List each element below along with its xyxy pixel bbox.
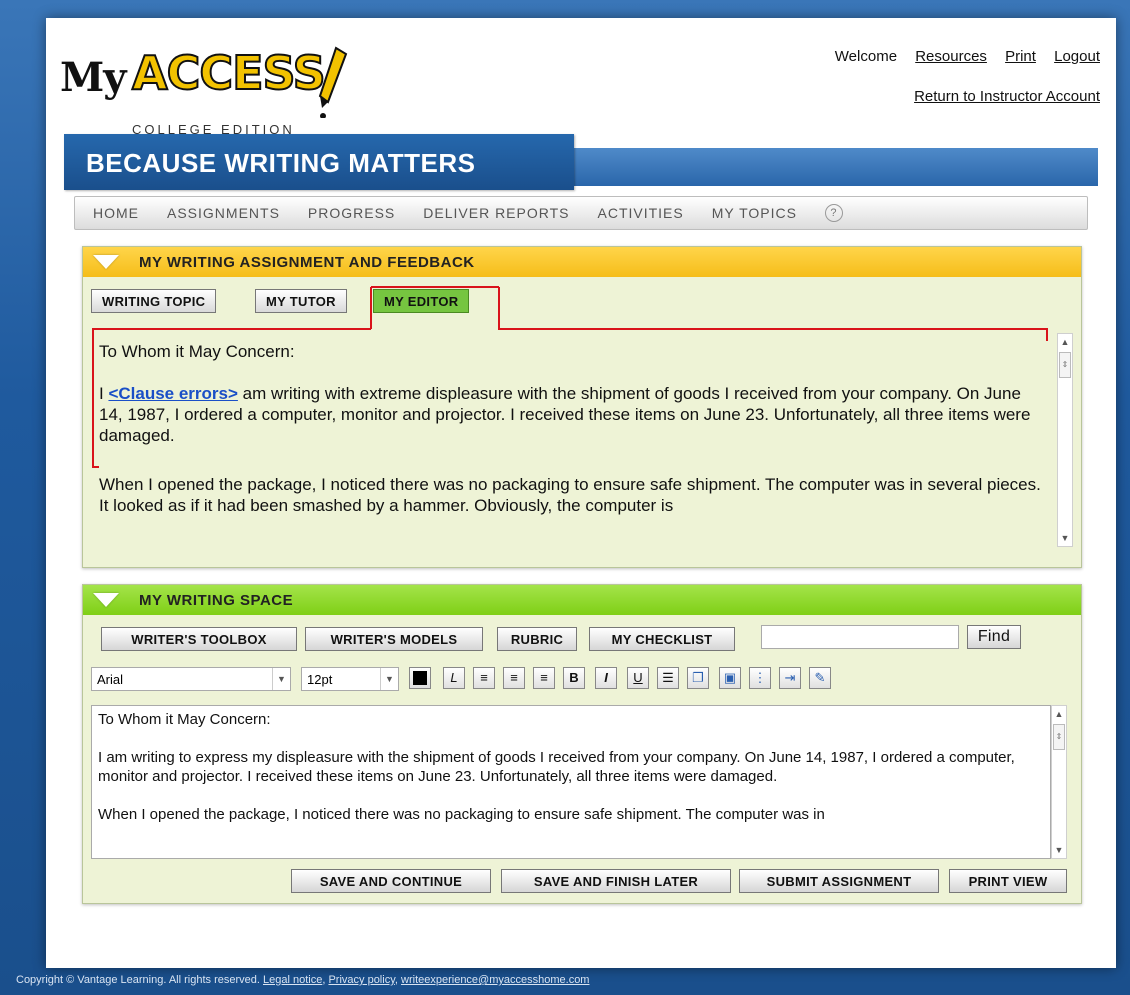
feedback-paragraph-1: I <Clause errors> am writing with extrem… [99, 383, 1049, 446]
scroll-thumb[interactable]: ⇕ [1059, 352, 1071, 378]
size-select[interactable]: 12pt ▼ [301, 667, 399, 691]
find-button[interactable]: Find [967, 625, 1021, 649]
paste-icon[interactable]: ▣ [719, 667, 741, 689]
font-value: Arial [97, 671, 124, 687]
writing-editor[interactable]: To Whom it May Concern: I am writing to … [91, 705, 1051, 859]
find-input[interactable] [761, 625, 959, 649]
my-checklist-button[interactable]: MY CHECKLIST [589, 627, 735, 651]
feedback-panel: MY WRITING ASSIGNMENT AND FEEDBACK WRITI… [82, 246, 1082, 568]
copy-icon[interactable]: ❐ [687, 667, 709, 689]
scroll-down-icon[interactable]: ▼ [1058, 530, 1072, 546]
scroll-thumb[interactable]: ⇕ [1053, 724, 1065, 750]
bold-icon[interactable]: B [563, 667, 585, 689]
writing-space-title: MY WRITING SPACE [139, 591, 294, 609]
numbered-list-icon[interactable]: ⋮ [749, 667, 771, 689]
align-center-icon[interactable]: ≡ [503, 667, 525, 689]
chevron-down-icon[interactable]: ▼ [380, 668, 398, 690]
chevron-down-icon[interactable]: ▼ [272, 668, 290, 690]
nav-activities[interactable]: ACTIVITIES [598, 205, 684, 221]
welcome-text: Welcome [834, 48, 898, 65]
format-toolbar: L ≡ ≡ ≡ B I U ☰ ❐ ▣ ⋮ ⇥ ✎ [409, 667, 1019, 691]
feedback-salutation: To Whom it May Concern: [99, 342, 295, 361]
size-value: 12pt [307, 671, 333, 687]
nav-progress[interactable]: PROGRESS [308, 205, 395, 221]
nav-my-topics[interactable]: MY TOPICS [712, 205, 797, 221]
editor-salutation: To Whom it May Concern: [98, 711, 271, 728]
color-swatch-icon[interactable] [409, 667, 431, 689]
contact-email-link[interactable]: writeexperience@myaccesshome.com [401, 974, 589, 986]
align-left-icon[interactable]: ≡ [473, 667, 495, 689]
editor-paragraph-1: I am writing to express my displeasure w… [98, 749, 1015, 785]
underline-icon[interactable]: U [627, 667, 649, 689]
privacy-policy-link[interactable]: Privacy policy [328, 974, 394, 986]
print-link[interactable]: Print [1005, 48, 1036, 65]
feedback-scrollbar[interactable]: ▲ ⇕ ▼ [1057, 333, 1073, 547]
clear-format-icon[interactable]: L [443, 667, 465, 689]
banner-title: BECAUSE WRITING MATTERS [64, 134, 574, 190]
writers-toolbox-button[interactable]: WRITER'S TOOLBOX [101, 627, 297, 651]
logo-my-text: My [60, 54, 127, 101]
writing-space-header[interactable]: MY WRITING SPACE [83, 585, 1081, 615]
print-view-button[interactable]: PRINT VIEW [949, 869, 1067, 893]
top-links: Welcome Resources Print Logout [821, 48, 1100, 65]
logo-access-text: ACCESS [131, 45, 327, 101]
rubric-button[interactable]: RUBRIC [497, 627, 577, 651]
collapse-triangle-icon[interactable] [93, 593, 119, 607]
nav-assignments[interactable]: ASSIGNMENTS [167, 205, 280, 221]
font-select[interactable]: Arial ▼ [91, 667, 291, 691]
resources-link[interactable]: Resources [915, 48, 987, 65]
clause-errors-link[interactable]: <Clause errors> [108, 384, 237, 403]
align-right-icon[interactable]: ≡ [533, 667, 555, 689]
page-container: My ACCESS COLLEGE EDITION Welcome Resour… [46, 18, 1116, 968]
italic-icon[interactable]: I [595, 667, 617, 689]
feedback-paragraph-2: When I opened the package, I noticed the… [99, 475, 1041, 515]
editor-scrollbar[interactable]: ▲ ⇕ ▼ [1051, 705, 1067, 859]
scroll-up-icon[interactable]: ▲ [1052, 706, 1066, 722]
nav-home[interactable]: HOME [93, 205, 139, 221]
save-and-finish-later-button[interactable]: SAVE AND FINISH LATER [501, 869, 731, 893]
scroll-up-icon[interactable]: ▲ [1058, 334, 1072, 350]
legal-notice-link[interactable]: Legal notice [263, 974, 322, 986]
copyright-text: Copyright © Vantage Learning. All rights… [16, 974, 260, 986]
editor-feedback-text: To Whom it May Concern: I <Clause errors… [99, 341, 1049, 551]
scroll-down-icon[interactable]: ▼ [1052, 842, 1066, 858]
main-nav: HOME ASSIGNMENTS PROGRESS DELIVER REPORT… [74, 196, 1088, 230]
writing-space-panel: MY WRITING SPACE WRITER'S TOOLBOX WRITER… [82, 584, 1082, 904]
editor-paragraph-2: When I opened the package, I noticed the… [98, 806, 825, 823]
save-and-continue-button[interactable]: SAVE AND CONTINUE [291, 869, 491, 893]
bullet-list-icon[interactable]: ☰ [657, 667, 679, 689]
pencil-icon [318, 46, 348, 118]
writers-models-button[interactable]: WRITER'S MODELS [305, 627, 483, 651]
indent-icon[interactable]: ⇥ [779, 667, 801, 689]
nav-deliver-reports[interactable]: DELIVER REPORTS [423, 205, 569, 221]
submit-assignment-button[interactable]: SUBMIT ASSIGNMENT [739, 869, 939, 893]
footer: Copyright © Vantage Learning. All rights… [16, 974, 590, 986]
para1-rest: am writing with extreme displeasure with… [99, 384, 1031, 445]
logout-link[interactable]: Logout [1054, 48, 1100, 65]
return-instructor-link[interactable]: Return to Instructor Account [914, 88, 1100, 105]
help-icon[interactable]: ? [824, 204, 843, 222]
spellcheck-icon[interactable]: ✎ [809, 667, 831, 689]
